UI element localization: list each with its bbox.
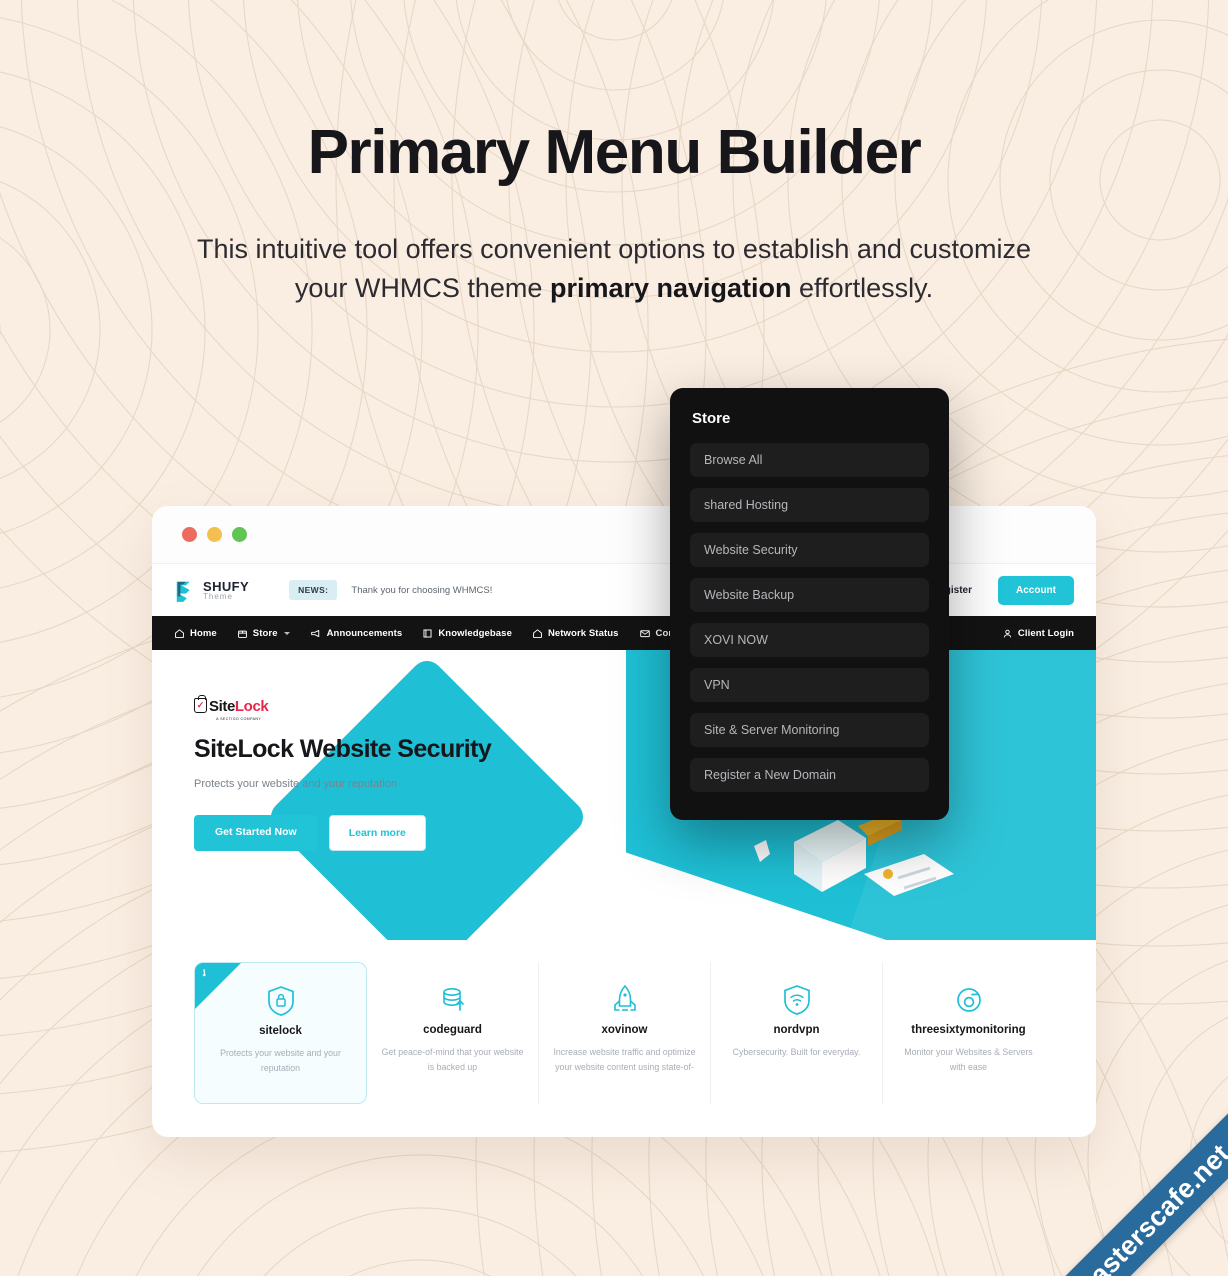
dropdown-item-label: Register a New Domain (704, 768, 836, 782)
shufy-brand-name: SHUFY (203, 578, 250, 594)
user-icon (1003, 629, 1012, 637)
product-card-nordvpn[interactable]: nordvpn Cybersecurity. Built for everyda… (711, 962, 883, 1104)
window-minimize-dot[interactable] (207, 527, 222, 542)
sitelock-logo: ✓ SiteLock A SECTIGO COMPANY (194, 695, 491, 721)
book-icon (423, 628, 432, 638)
nav-item-network-status-label: Network Status (547, 627, 619, 639)
nav-item-client-login[interactable]: Client Login (1002, 628, 1074, 639)
shufy-mark-icon (176, 581, 190, 602)
sitelock-word-lock: Lock (234, 698, 269, 715)
dropdown-item-register-new-domain[interactable]: Register a New Domain (690, 758, 929, 792)
product-card-title: xovinow (601, 1024, 648, 1036)
sitelock-hero-content: ✓ SiteLock A SECTIGO COMPANY SiteLock We… (194, 695, 492, 851)
hero-subtitle: This intuitive tool offers convenient op… (184, 230, 1044, 308)
product-card-title: threesixtymonitoring (911, 1024, 1026, 1036)
sitelock-description: Protects your website and your reputatio… (194, 778, 398, 790)
account-button[interactable]: Account (998, 575, 1074, 605)
nav-item-announcements-label: Announcements (326, 627, 403, 639)
sitelock-title: SiteLock Website Security (194, 735, 492, 763)
dropdown-title: Store (692, 410, 731, 427)
shufy-logo[interactable]: SHUFY Theme (174, 578, 249, 602)
product-card-desc: Cybersecurity. Built for everyday. (732, 1047, 861, 1057)
product-card-icon-wrap (381, 982, 524, 1018)
window-close-dot[interactable] (182, 527, 197, 542)
database-upload-icon (442, 988, 464, 1011)
circle-monitor-icon (956, 988, 981, 1012)
page-title: Primary Menu Builder (307, 118, 922, 187)
browser-mockup: SHUFY Theme NEWS: Thank you for choosing… (152, 506, 1096, 1137)
news-text: Thank you for choosing WHMCS! (351, 584, 493, 596)
dropdown-item-label: XOVI NOW (704, 633, 768, 647)
store-bag-icon (237, 630, 247, 638)
product-card-desc: Monitor your Websites & Servers with eas… (904, 1047, 1033, 1073)
home-icon (175, 628, 184, 638)
news-badge: NEWS: (289, 580, 338, 600)
hero-subtitle-bold: primary navigation (549, 273, 792, 304)
product-card-title: codeguard (423, 1024, 482, 1036)
megaphone-icon (310, 629, 319, 637)
dropdown-item-website-security[interactable]: Website Security (690, 533, 929, 567)
product-card-icon-wrap (209, 983, 352, 1019)
product-card-codeguard[interactable]: codeguard Get peace-of-mind that your we… (367, 962, 539, 1104)
dropdown-item-site-server-monitoring[interactable]: Site & Server Monitoring (690, 713, 929, 747)
active-card-check-glyph: ✓ (198, 966, 213, 981)
product-card-sitelock[interactable]: ✓ sitelock Protects your website and you… (194, 962, 367, 1104)
sitelock-check-glyph: ✓ (196, 700, 205, 710)
product-cards-row: ✓ sitelock Protects your website and you… (152, 940, 1096, 1104)
sitelock-tagline: A SECTIGO COMPANY (216, 717, 262, 721)
nav-item-knowledgebase[interactable]: Knowledgebase (422, 628, 512, 639)
product-card-xovinow[interactable]: xovinow Increase website traffic and opt… (539, 962, 711, 1104)
dropdown-item-xovi-now[interactable]: XOVI NOW (690, 623, 929, 657)
watermark-text: Webmasterscafe.net (1026, 1138, 1228, 1276)
envelope-icon (639, 629, 650, 637)
nav-item-store[interactable]: Store (237, 628, 290, 639)
store-dropdown-panel: Store Browse All shared Hosting Website … (670, 388, 949, 820)
nav-item-knowledgebase-label: Knowledgebase (438, 627, 512, 639)
product-card-icon-wrap (725, 982, 868, 1018)
product-card-title: nordvpn (773, 1024, 820, 1036)
product-card-desc: Protects your website and your reputatio… (220, 1048, 341, 1074)
dropdown-item-website-backup[interactable]: Website Backup (690, 578, 929, 612)
sitelock-badge-icon: ✓ (194, 695, 207, 713)
get-started-button[interactable]: Get Started Now (194, 815, 318, 851)
window-maximize-dot[interactable] (232, 527, 247, 542)
learn-more-button[interactable]: Learn more (328, 815, 426, 851)
dropdown-item-label: Website Security (704, 543, 798, 557)
news-banner: NEWS: Thank you for choosing WHMCS! (289, 580, 492, 600)
dropdown-item-label: shared Hosting (704, 498, 789, 512)
sitelock-buttons: Get Started Now Learn more (194, 815, 491, 851)
product-card-desc: Increase website traffic and optimize yo… (553, 1047, 696, 1073)
dropdown-item-label: VPN (704, 678, 730, 692)
hero-section: Primary Menu Builder This intuitive tool… (0, 0, 1228, 308)
dropdown-item-label: Website Backup (704, 588, 795, 602)
product-card-icon-wrap (553, 982, 696, 1018)
home-status-icon (533, 628, 542, 638)
dropdown-item-browse-all[interactable]: Browse All (690, 443, 929, 477)
dropdown-item-shared-hosting[interactable]: shared Hosting (690, 488, 929, 522)
dropdown-item-label: Browse All (704, 453, 763, 467)
dropdown-item-vpn[interactable]: VPN (690, 668, 929, 702)
nav-item-network-status[interactable]: Network Status (532, 628, 619, 639)
product-card-title: sitelock (259, 1025, 302, 1037)
browser-titlebar (152, 506, 1096, 564)
product-card-desc: Get peace-of-mind that your website is b… (381, 1047, 524, 1073)
hero-subtitle-part2: effortlessly. (791, 273, 934, 304)
nav-item-store-label: Store (252, 627, 278, 639)
shufy-brand-sub: Theme (203, 591, 233, 601)
nav-item-client-login-label: Client Login (1017, 627, 1074, 639)
shield-lock-icon (267, 986, 294, 1016)
product-card-threesixtymonitoring[interactable]: threesixtymonitoring Monitor your Websit… (883, 962, 1054, 1104)
primary-navbar: Home Store Announcements Knowledgebase N… (152, 616, 1096, 650)
dropdown-item-label: Site & Server Monitoring (704, 723, 840, 737)
shield-wifi-icon (783, 985, 810, 1015)
site-topbar: SHUFY Theme NEWS: Thank you for choosing… (152, 564, 1096, 616)
product-card-icon-wrap (897, 982, 1040, 1018)
sitelock-hero: ✓ SiteLock A SECTIGO COMPANY SiteLock We… (152, 650, 1096, 940)
nav-item-home-label: Home (190, 627, 217, 639)
chevron-down-icon (283, 631, 290, 635)
sitelock-word-site: Site (209, 698, 235, 715)
nav-item-announcements[interactable]: Announcements (310, 628, 403, 639)
nav-item-home[interactable]: Home (174, 628, 217, 639)
rocket-icon (613, 984, 636, 1011)
